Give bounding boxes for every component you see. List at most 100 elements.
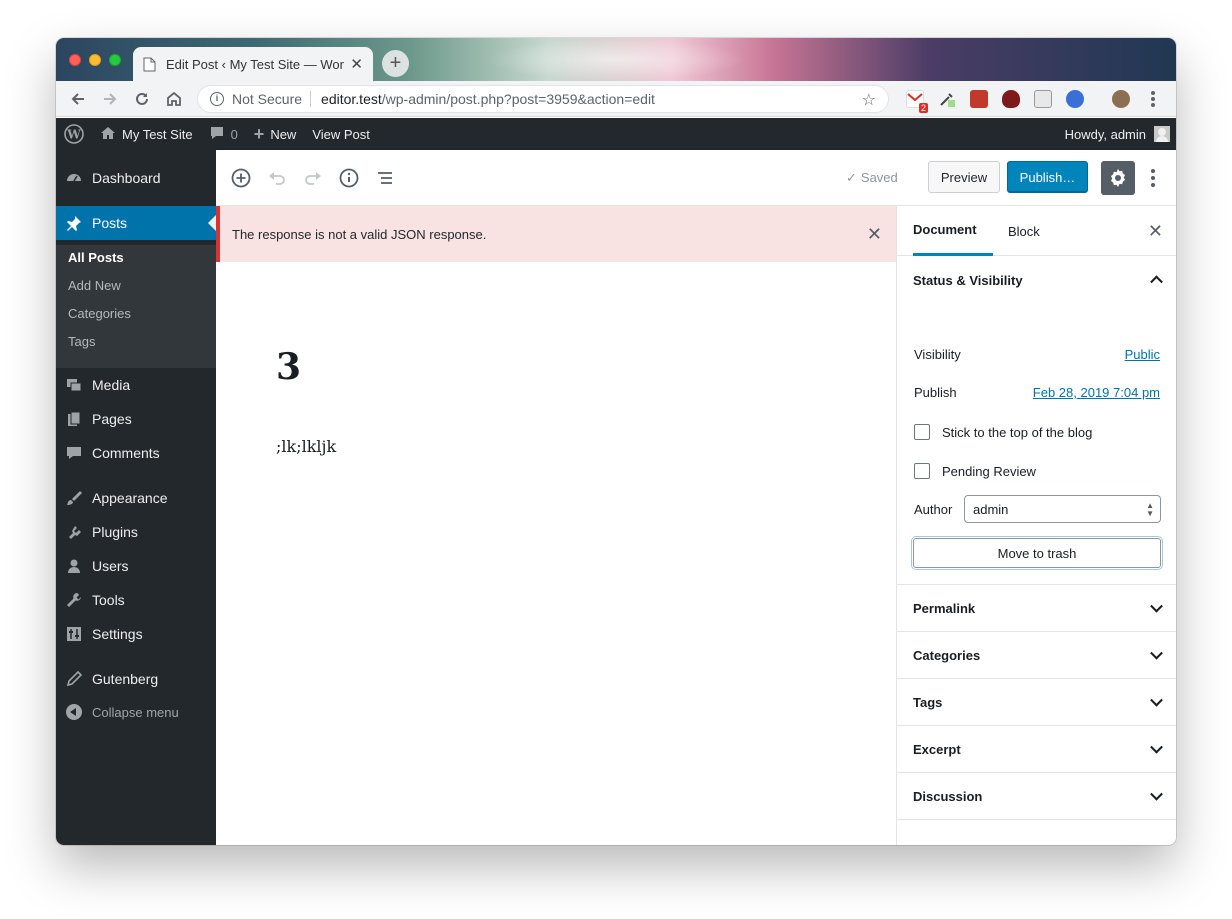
titlebar-decoration	[486, 38, 746, 81]
user-icon	[66, 558, 82, 574]
maximize-window-button[interactable]	[109, 54, 121, 66]
move-to-trash-button[interactable]: Move to trash	[913, 538, 1161, 568]
preview-button[interactable]: Preview	[928, 161, 1000, 193]
block-navigation-icon[interactable]	[374, 167, 396, 189]
forward-icon[interactable]	[96, 85, 124, 113]
post-title[interactable]: 3	[276, 346, 301, 388]
minimize-window-button[interactable]	[89, 54, 101, 66]
notice-text: The response is not a valid JSON respons…	[232, 226, 487, 242]
globe-extension-icon[interactable]	[1066, 90, 1084, 108]
page-icon	[143, 57, 156, 71]
saved-status: ✓ Saved	[846, 170, 898, 186]
ublock-extension-icon[interactable]	[1002, 90, 1020, 108]
menu-plugins-label: Plugins	[92, 524, 138, 540]
more-options-icon[interactable]	[1146, 167, 1160, 189]
account-menu[interactable]: Howdy, admin	[1065, 118, 1176, 150]
close-window-button[interactable]	[69, 54, 81, 66]
publish-date-link[interactable]: Feb 28, 2019 7:04 pm	[1033, 385, 1160, 400]
add-block-icon[interactable]	[230, 167, 252, 189]
pencil-icon	[66, 670, 83, 687]
check-icon: ✓	[846, 170, 857, 185]
stick-to-top-checkbox[interactable]	[914, 424, 930, 440]
gmail-badge: 2	[918, 103, 928, 113]
bookmark-star-icon[interactable]: ☆	[862, 90, 876, 110]
eyedropper-extension-icon[interactable]	[938, 90, 956, 108]
submenu-all-posts[interactable]: All Posts	[68, 250, 124, 265]
panel-tags[interactable]: Tags	[897, 679, 1176, 725]
tab-document[interactable]: Document	[913, 206, 993, 256]
undo-icon[interactable]	[266, 167, 288, 189]
menu-tools[interactable]: Tools	[56, 583, 216, 617]
select-arrows-icon: ▲ ▼	[1146, 501, 1154, 518]
comments-count: 0	[230, 126, 238, 142]
saved-label: Saved	[860, 170, 898, 185]
panel-discussion[interactable]: Discussion	[897, 773, 1176, 819]
panel-excerpt[interactable]: Excerpt	[897, 726, 1176, 772]
menu-plugins[interactable]: Plugins	[56, 515, 216, 549]
submenu-categories[interactable]: Categories	[68, 306, 131, 321]
panel-permalink[interactable]: Permalink	[897, 585, 1176, 631]
howdy-label: Howdy, admin	[1064, 126, 1146, 142]
submenu-add-new[interactable]: Add New	[68, 278, 121, 293]
publish-button[interactable]: Publish…	[1007, 161, 1088, 193]
security-label: Not Secure	[232, 91, 303, 107]
panel-categories[interactable]: Categories	[897, 632, 1176, 678]
menu-media[interactable]: Media	[56, 368, 216, 402]
back-icon[interactable]	[64, 85, 92, 113]
home-icon[interactable]	[160, 85, 188, 113]
menu-comments[interactable]: Comments	[56, 436, 216, 470]
browser-menu-icon[interactable]	[1151, 91, 1155, 107]
menu-tools-label: Tools	[92, 592, 125, 608]
browser-titlebar: Edit Post ‹ My Test Site — Wor ✕ +	[56, 38, 1176, 81]
wordpress-logo-icon[interactable]: W	[56, 118, 92, 150]
settings-gear-button[interactable]	[1101, 161, 1135, 195]
comments-link[interactable]: 0	[201, 118, 246, 150]
site-name-link[interactable]: My Test Site	[92, 118, 201, 150]
address-bar[interactable]: i Not Secure editor.test /wp-admin/post.…	[197, 85, 889, 113]
close-sidebar-icon[interactable]: ✕	[1148, 221, 1163, 242]
menu-appearance-label: Appearance	[92, 490, 168, 506]
browser-toolbar: i Not Secure editor.test /wp-admin/post.…	[56, 81, 1176, 117]
ghostery-extension-icon[interactable]	[1034, 90, 1052, 108]
menu-settings[interactable]: Settings	[56, 617, 216, 651]
tab-block[interactable]: Block	[1008, 206, 1040, 256]
view-post-link[interactable]: View Post	[304, 118, 378, 150]
notice-close-icon[interactable]: ✕	[867, 224, 882, 245]
menu-appearance[interactable]: Appearance	[56, 481, 216, 515]
home-icon	[100, 125, 116, 144]
submenu-tags[interactable]: Tags	[68, 334, 95, 349]
browser-tab[interactable]: Edit Post ‹ My Test Site — Wor ✕	[133, 47, 373, 81]
menu-pages[interactable]: Pages	[56, 402, 216, 436]
user-avatar	[1154, 126, 1170, 142]
new-content-link[interactable]: + New	[246, 118, 305, 150]
tab-close-icon[interactable]: ✕	[350, 55, 363, 73]
menu-gutenberg[interactable]: Gutenberg	[56, 662, 216, 696]
status-visibility-toggle[interactable]: Status & Visibility	[897, 256, 1176, 304]
pin-icon	[66, 215, 82, 231]
redo-icon[interactable]	[302, 167, 324, 189]
panel-divider	[897, 819, 1176, 820]
comment-icon	[209, 125, 225, 144]
pending-review-label: Pending Review	[942, 464, 1036, 479]
menu-gutenberg-label: Gutenberg	[92, 671, 159, 687]
visibility-value-link[interactable]: Public	[1125, 347, 1160, 362]
recorder-extension-icon[interactable]	[970, 90, 988, 108]
info-icon[interactable]	[338, 167, 360, 189]
address-divider	[310, 91, 312, 107]
menu-posts[interactable]: Posts	[56, 206, 216, 240]
new-tab-button[interactable]: +	[382, 50, 409, 77]
collapse-menu-button[interactable]: Collapse menu	[56, 698, 216, 726]
paintbrush-icon	[66, 490, 82, 506]
reload-icon[interactable]	[128, 85, 156, 113]
info-icon[interactable]: i	[210, 92, 224, 106]
paragraph-block[interactable]: ;lk;lkljk	[276, 437, 336, 456]
menu-users[interactable]: Users	[56, 549, 216, 583]
pending-review-checkbox[interactable]	[914, 463, 930, 479]
chevron-down-icon	[1150, 693, 1163, 707]
site-name: My Test Site	[122, 126, 193, 142]
profile-avatar-icon[interactable]	[1112, 90, 1130, 108]
menu-dashboard[interactable]: Dashboard	[56, 161, 216, 195]
gmail-extension-icon[interactable]: 2	[906, 90, 928, 113]
plug-icon	[66, 524, 82, 540]
author-select[interactable]: admin ▲ ▼	[964, 495, 1161, 523]
